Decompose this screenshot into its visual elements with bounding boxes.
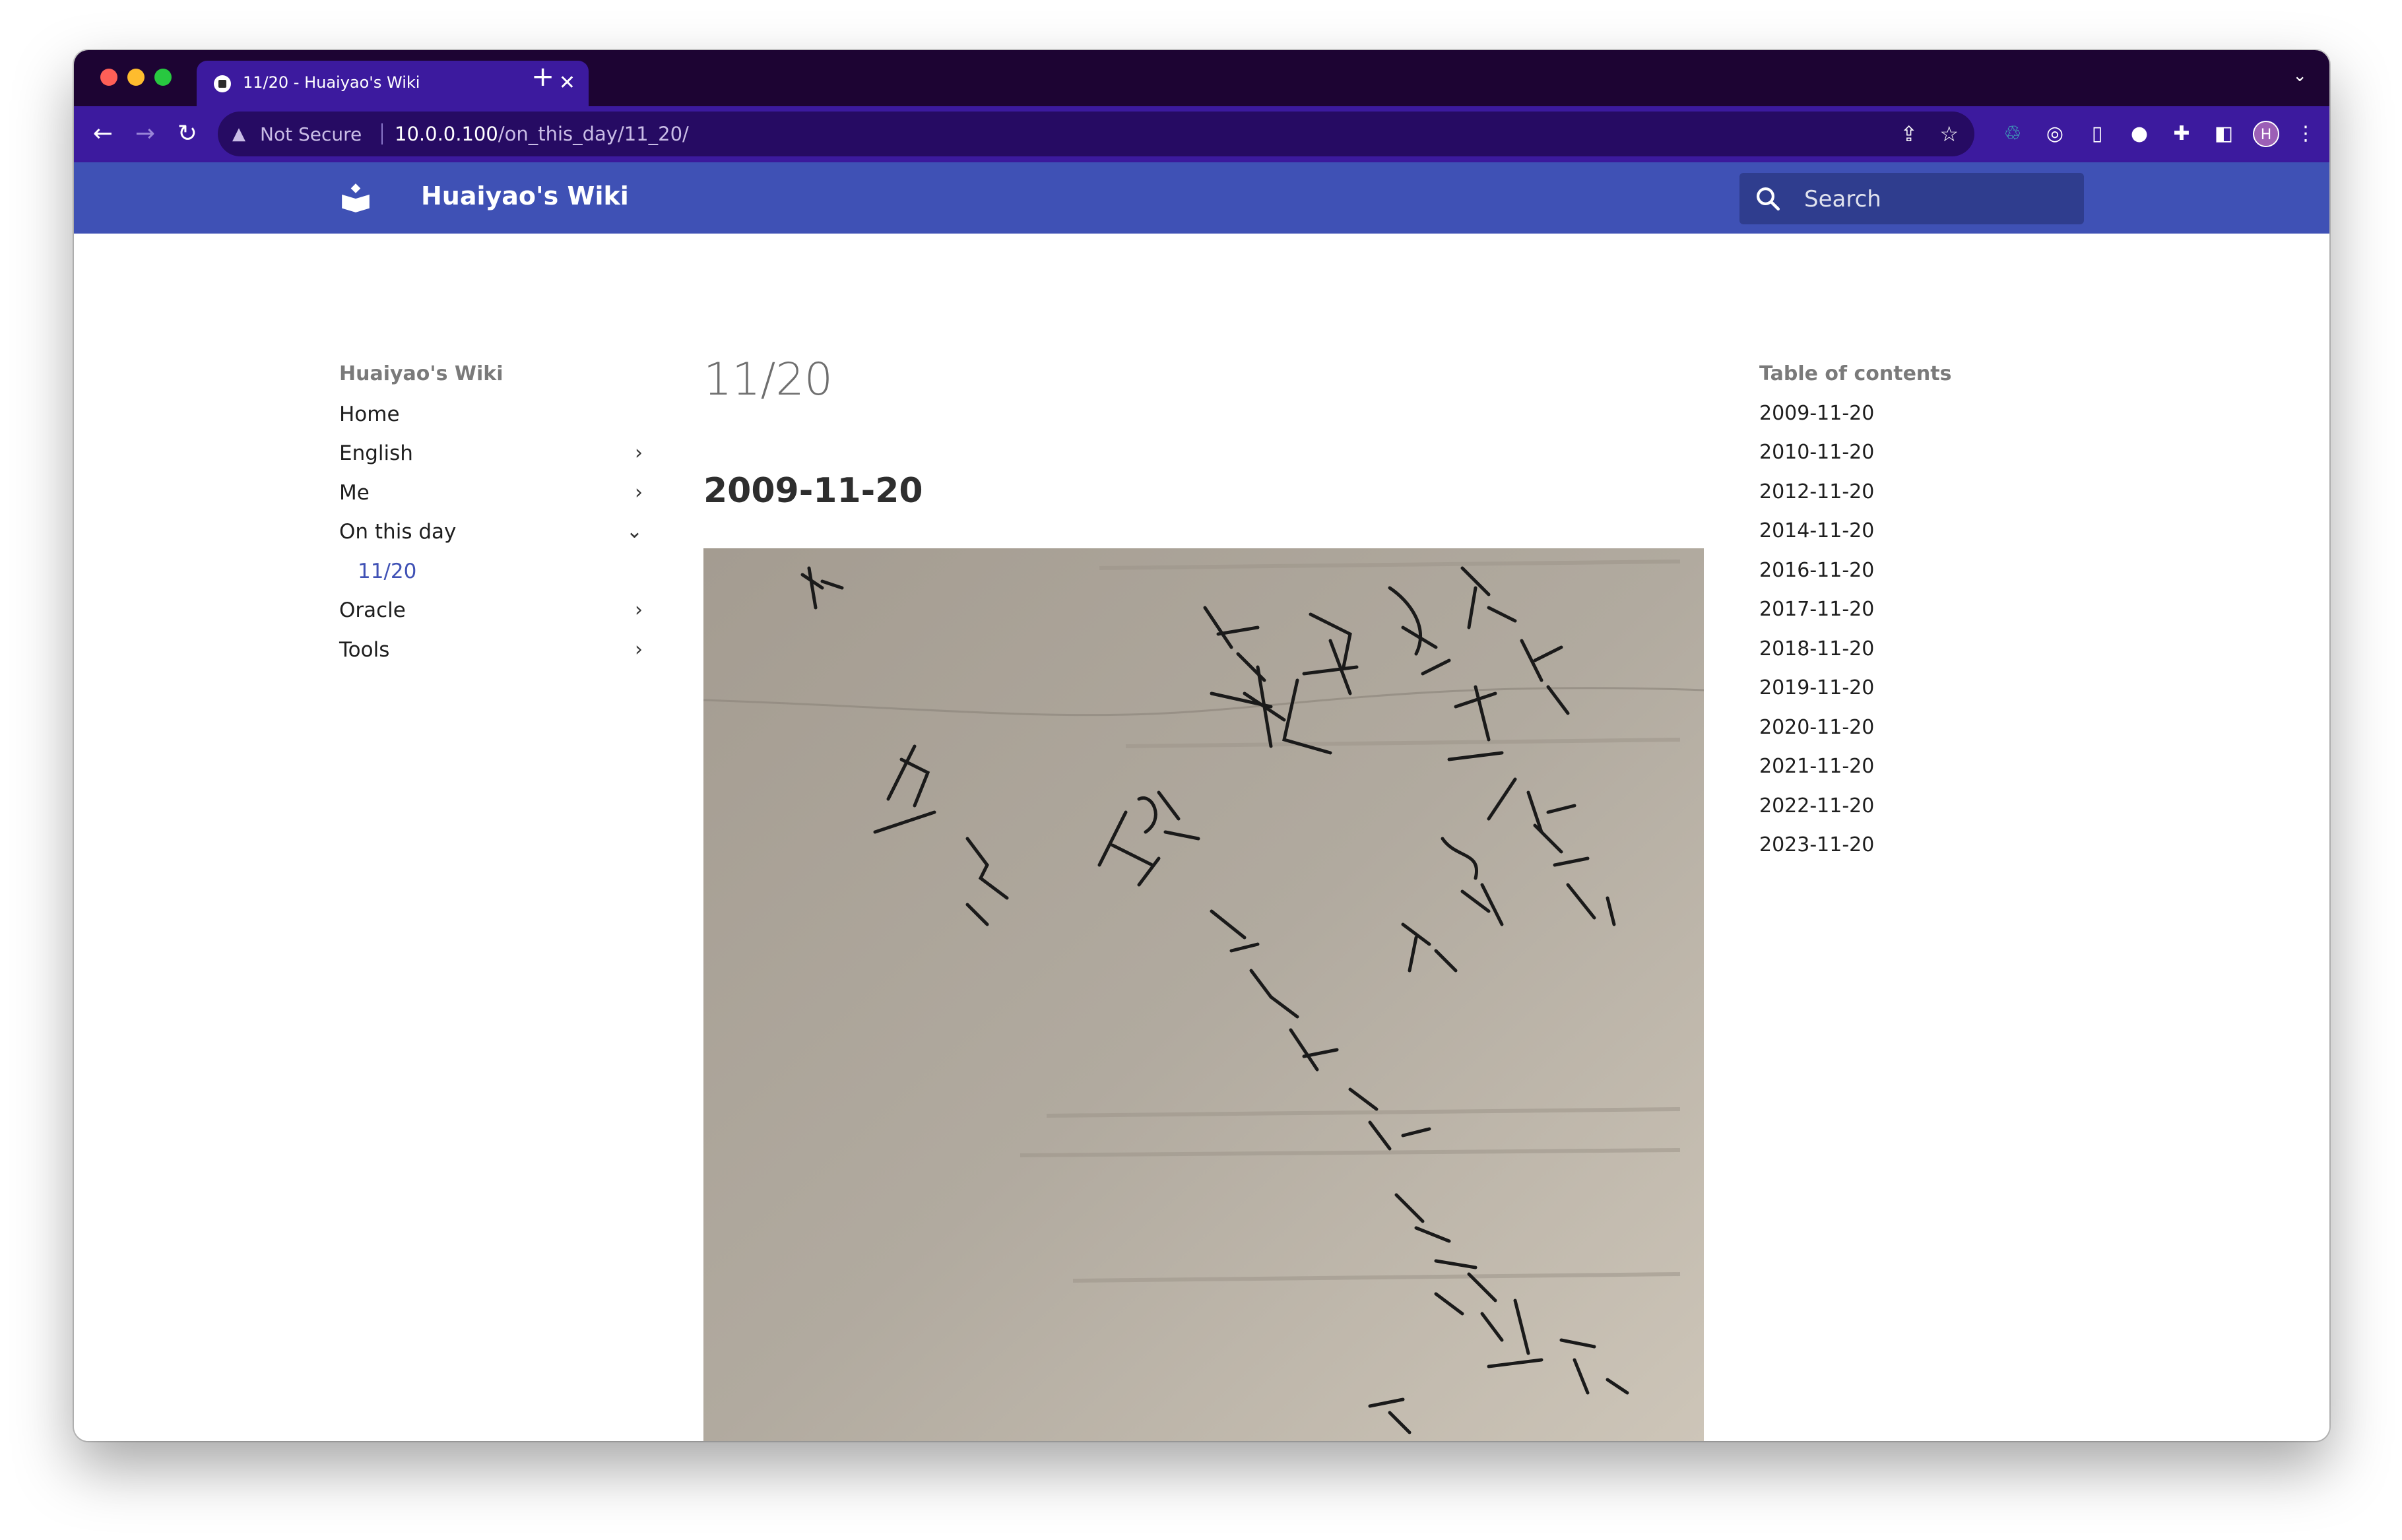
close-window-button[interactable]: [100, 69, 117, 86]
reading-list-icon[interactable]: ▯: [2084, 121, 2110, 147]
search-icon: [1757, 187, 1780, 211]
zoom-window-button[interactable]: [154, 69, 172, 86]
extension-globe-icon[interactable]: ◎: [2042, 121, 2068, 147]
nav-item-oracle[interactable]: Oracle ›: [339, 594, 643, 627]
browser-menu-icon[interactable]: ⋮: [2292, 121, 2319, 147]
toc-link[interactable]: 2014-11-20: [1759, 519, 1874, 542]
page-content: Huaiyao's Wiki Home English › Me › On th…: [74, 234, 2329, 1441]
nav-item-home[interactable]: Home: [339, 398, 643, 431]
back-button[interactable]: ←: [86, 117, 120, 151]
toc-link[interactable]: 2018-11-20: [1759, 637, 1874, 660]
toc-link[interactable]: 2021-11-20: [1759, 755, 1874, 778]
extension-translate-icon[interactable]: ♲: [1999, 121, 2026, 147]
site-title[interactable]: Huaiyao's Wiki: [421, 181, 629, 210]
handwritten-note-photo: [703, 548, 1704, 1441]
nav-item-11-20[interactable]: 11/20: [358, 555, 661, 588]
address-bar[interactable]: ▲ Not Secure 10.0.0.100/on_this_day/11_2…: [218, 112, 1974, 156]
search-input[interactable]: Search: [1739, 173, 2084, 224]
handwriting-image-icon: [703, 548, 1704, 1441]
toc-link[interactable]: 2020-11-20: [1759, 716, 1874, 739]
nav-item-english[interactable]: English ›: [339, 437, 643, 470]
nav-item-me[interactable]: Me ›: [339, 476, 643, 509]
toc-link[interactable]: 2010-11-20: [1759, 441, 1874, 464]
toc-link[interactable]: 2016-11-20: [1759, 559, 1874, 582]
search-placeholder: Search: [1804, 186, 1881, 212]
nav-heading: Huaiyao's Wiki: [339, 362, 503, 385]
toc-link[interactable]: 2009-11-20: [1759, 402, 1874, 425]
chevron-right-icon: ›: [635, 481, 643, 504]
browser-tab[interactable]: 11/20 - Huaiyao's Wiki ✕: [197, 61, 589, 106]
section-heading: 2009-11-20: [703, 471, 923, 511]
extension-circle-icon[interactable]: ●: [2126, 121, 2153, 147]
tab-strip: 11/20 - Huaiyao's Wiki ✕ + ⌄: [74, 50, 2329, 106]
security-label: Not Secure: [260, 123, 362, 145]
minimize-window-button[interactable]: [127, 69, 145, 86]
chevron-right-icon: ›: [635, 598, 643, 622]
forward-button[interactable]: →: [128, 117, 162, 151]
chevron-right-icon: ›: [635, 638, 643, 661]
toc-link[interactable]: 2023-11-20: [1759, 833, 1874, 856]
nav-item-tools[interactable]: Tools ›: [339, 633, 643, 666]
reload-button[interactable]: ↻: [170, 117, 205, 151]
browser-toolbar: ← → ↻ ▲ Not Secure 10.0.0.100/on_this_da…: [74, 106, 2329, 162]
new-tab-button[interactable]: +: [531, 59, 554, 94]
toc-link[interactable]: 2017-11-20: [1759, 598, 1874, 621]
tab-search-chevron-icon[interactable]: ⌄: [2292, 66, 2307, 86]
divider: [381, 123, 383, 144]
extensions-puzzle-icon[interactable]: ✚: [2168, 121, 2195, 147]
toc-heading: Table of contents: [1759, 362, 1952, 385]
chevron-down-icon: ⌄: [626, 520, 643, 543]
share-icon[interactable]: ⇪: [1900, 121, 1918, 147]
toc-link[interactable]: 2022-11-20: [1759, 794, 1874, 818]
site-header: Huaiyao's Wiki Search: [74, 162, 2329, 234]
side-panel-icon[interactable]: ◧: [2211, 121, 2237, 147]
url-text[interactable]: 10.0.0.100/on_this_day/11_20/: [395, 123, 689, 145]
profile-avatar[interactable]: H: [2253, 121, 2279, 147]
nav-item-on-this-day[interactable]: On this day ⌄: [339, 515, 643, 548]
close-tab-icon[interactable]: ✕: [559, 70, 575, 96]
warning-icon: ▲: [232, 124, 245, 144]
toc-link[interactable]: 2012-11-20: [1759, 480, 1874, 503]
toc-link[interactable]: 2019-11-20: [1759, 676, 1874, 699]
page-title: 11/20: [703, 354, 833, 406]
favicon-icon: [214, 75, 231, 92]
bookmark-star-icon[interactable]: ☆: [1939, 121, 1959, 147]
browser-window: 11/20 - Huaiyao's Wiki ✕ + ⌄ ← → ↻ ▲ Not…: [74, 50, 2329, 1441]
tab-title: 11/20 - Huaiyao's Wiki: [243, 73, 420, 92]
book-logo-icon[interactable]: [339, 181, 372, 214]
chevron-right-icon: ›: [635, 441, 643, 465]
